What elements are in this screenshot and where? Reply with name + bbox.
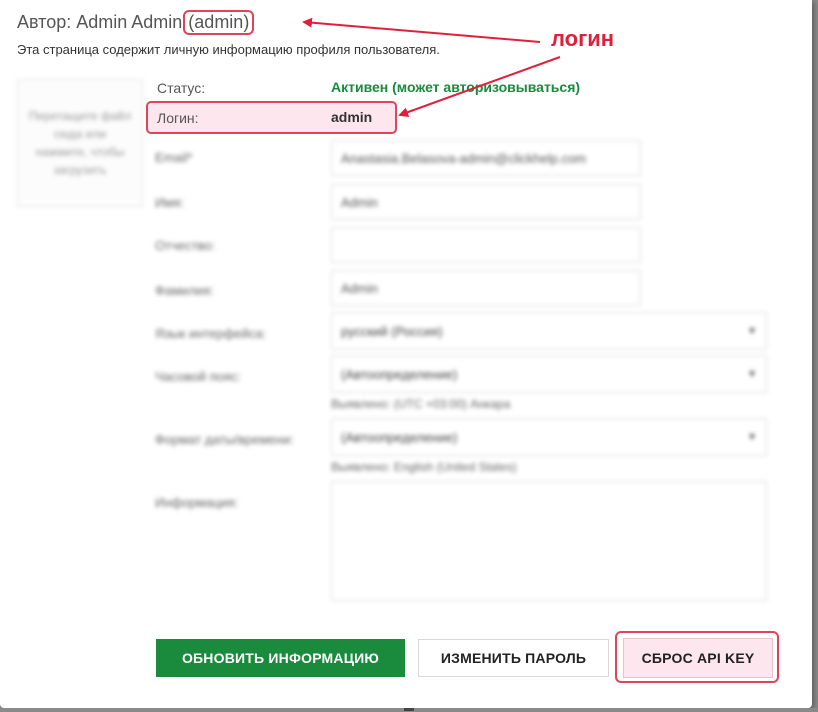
timezone-label: Часовой пояс: [155, 369, 242, 384]
datetime-format-label: Формат даты/времени: [155, 432, 294, 447]
language-select-value: русский (Россия) [341, 323, 443, 339]
change-password-button[interactable]: ИЗМЕНИТЬ ПАРОЛЬ [418, 639, 609, 677]
language-select[interactable]: русский (Россия) ▼ [331, 312, 767, 350]
login-label: Логин: [157, 110, 199, 126]
page-title: Автор: Admin Admin (admin) [17, 10, 255, 35]
login-annotation-label: логин [551, 26, 615, 51]
patronymic-label: Отчество: [155, 238, 216, 253]
name-field[interactable]: Admin [331, 184, 641, 220]
update-info-button[interactable]: ОБНОВИТЬ ИНФОРМАЦИЮ [156, 639, 405, 677]
language-label: Язык интерфейса: [155, 326, 267, 341]
datetime-format-select-value: (Автоопределение) [341, 429, 458, 445]
chevron-down-icon: ▼ [747, 431, 757, 443]
avatar-dropzone[interactable]: Перетащите файл сюда или нажмите, чтобы … [17, 79, 143, 207]
patronymic-field[interactable] [331, 227, 641, 263]
profile-dialog: Автор: Admin Admin (admin) Эта страница с… [0, 0, 812, 708]
datetime-format-hint: Выявлено: English (United States) [331, 460, 517, 474]
timezone-select[interactable]: (Автоопределение) ▼ [331, 355, 767, 393]
surname-field[interactable]: Admin [331, 270, 641, 306]
email-label: Email* [155, 150, 193, 165]
email-field[interactable]: Anastasia.Belasova-admin@clickhelp.com [331, 140, 641, 176]
info-textarea[interactable] [331, 481, 767, 601]
info-label: Информация: [155, 495, 239, 510]
datetime-format-select[interactable]: (Автоопределение) ▼ [331, 418, 767, 456]
title-login-highlight: (admin) [183, 10, 255, 35]
timezone-hint: Выявлено: (UTC +03:00) Анкара [331, 397, 511, 411]
login-value: admin [331, 109, 373, 125]
resize-grip [404, 708, 414, 711]
timezone-select-value: (Автоопределение) [341, 366, 458, 382]
status-value: Активен (может авторизовываться) [331, 79, 581, 95]
name-label: Имя: [155, 195, 184, 210]
chevron-down-icon: ▼ [747, 368, 757, 380]
surname-label: Фамилия: [155, 283, 214, 298]
chevron-down-icon: ▼ [747, 325, 757, 337]
status-label: Статус: [157, 80, 206, 96]
avatar-dropzone-text: Перетащите файл сюда или нажмите, чтобы … [28, 109, 132, 177]
page-subtitle: Эта страница содержит личную информацию … [17, 42, 440, 57]
reset-api-key-button[interactable]: СБРОС API KEY [623, 638, 773, 678]
author-name: Автор: Admin Admin [17, 12, 183, 32]
